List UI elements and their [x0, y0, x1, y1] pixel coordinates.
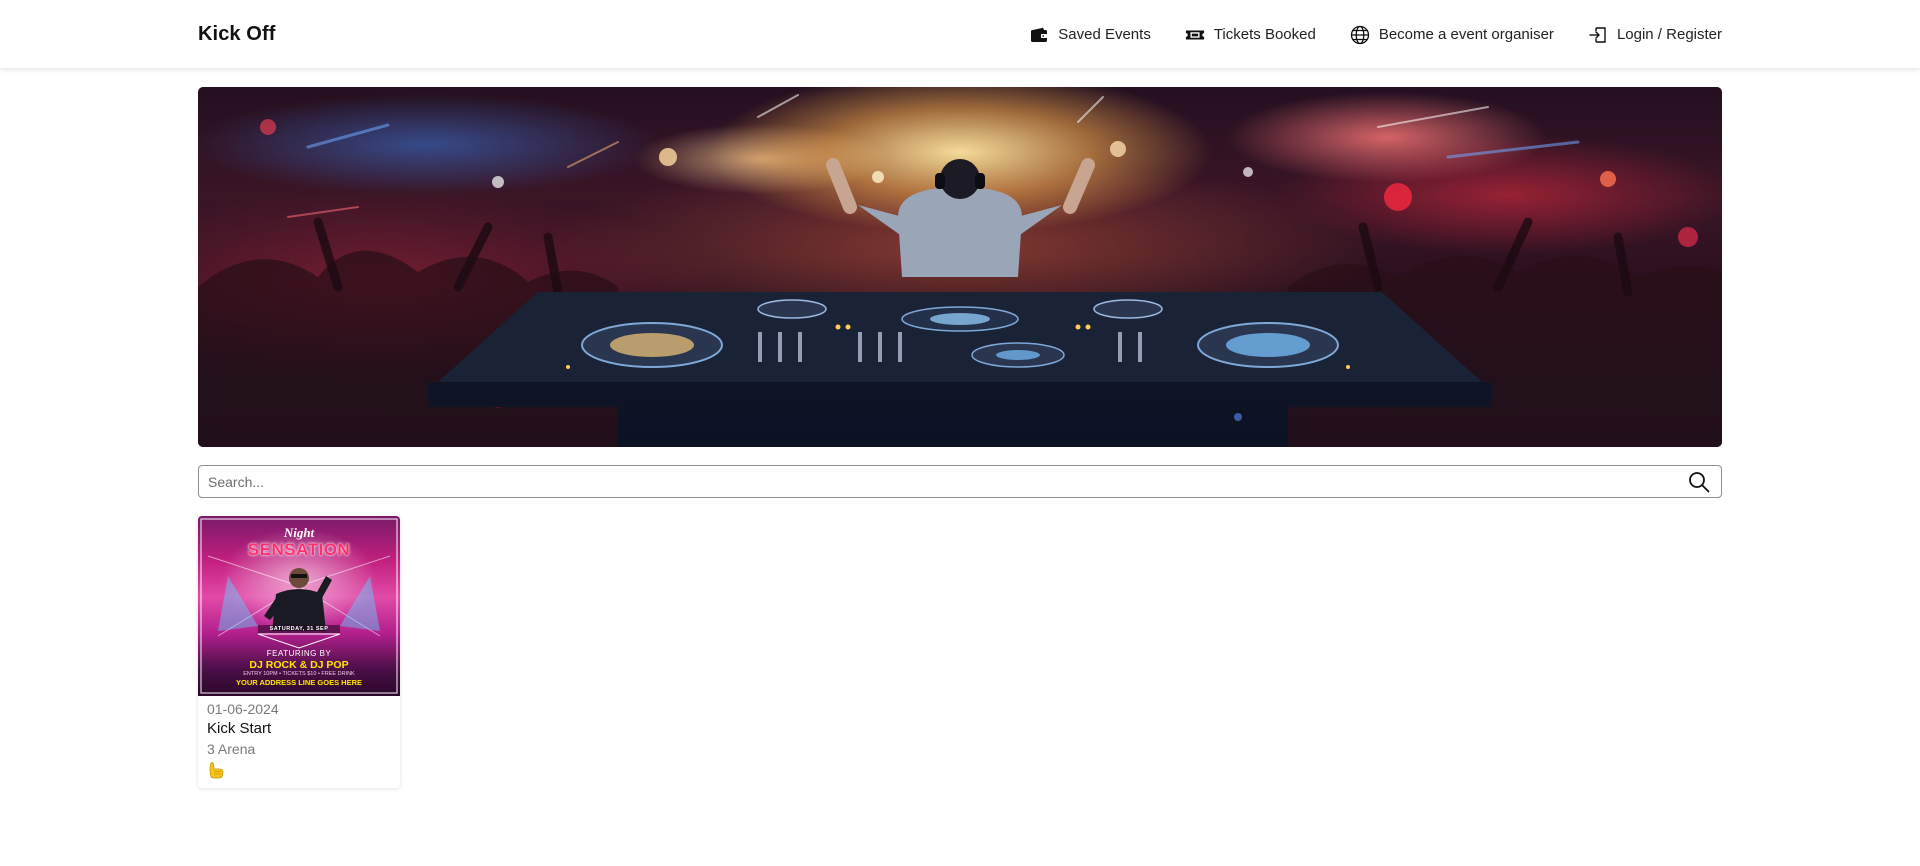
nav-tickets-booked[interactable]: Tickets Booked [1185, 25, 1316, 45]
hero-illustration [198, 94, 1722, 447]
poster-djs: DJ ROCK & DJ POP [249, 659, 349, 671]
login-icon [1588, 25, 1608, 45]
search-input[interactable] [199, 466, 1677, 497]
poster-date-line: SATURDAY, 31 SEP [269, 626, 329, 632]
poster-featuring: FEATURING BY [266, 649, 332, 658]
poster-entry: ENTRY 10PM • TICKETS $10 • FREE DRINK [243, 671, 355, 677]
event-date: 01-06-2024 [207, 701, 279, 717]
nav-tickets-booked-label: Tickets Booked [1213, 26, 1316, 43]
nav-become-organiser-label: Become a event organiser [1378, 26, 1554, 43]
navbar-inner: Kick Off Saved Events Tickets Booked Bec… [198, 0, 1722, 69]
nav-login-register-label: Login / Register [1616, 26, 1722, 43]
nav-become-organiser[interactable]: Become a event organiser [1350, 25, 1554, 45]
search-icon[interactable] [1677, 466, 1721, 497]
poster-night-text: Night [283, 525, 315, 540]
poster-headline: SENSATION [247, 540, 351, 559]
globe-icon [1350, 25, 1370, 45]
nav-links: Saved Events Tickets Booked Become a eve… [1029, 25, 1722, 45]
poster-address: YOUR ADDRESS LINE GOES HERE [236, 678, 362, 687]
wallet-icon [1029, 25, 1049, 45]
nav-saved-events[interactable]: Saved Events [1029, 25, 1151, 45]
nav-saved-events-label: Saved Events [1058, 26, 1151, 43]
event-card[interactable]: Night SENSATION SATURDAY, 31 SEP FEATURI… [198, 516, 400, 788]
search-bar [198, 465, 1722, 498]
brand-logo[interactable]: Kick Off [198, 23, 275, 46]
navbar: Kick Off Saved Events Tickets Booked Bec… [0, 0, 1920, 69]
hero-banner [198, 87, 1722, 447]
ticket-icon [1185, 25, 1205, 45]
nav-login-register[interactable]: Login / Register [1588, 25, 1722, 45]
thumbs-up-icon[interactable] [207, 761, 225, 779]
event-title: Kick Start [207, 720, 272, 737]
event-poster: Night SENSATION SATURDAY, 31 SEP FEATURI… [198, 516, 400, 696]
event-venue: 3 Arena [207, 741, 256, 757]
event-card-body: 01-06-2024 Kick Start 3 Arena [198, 696, 400, 784]
